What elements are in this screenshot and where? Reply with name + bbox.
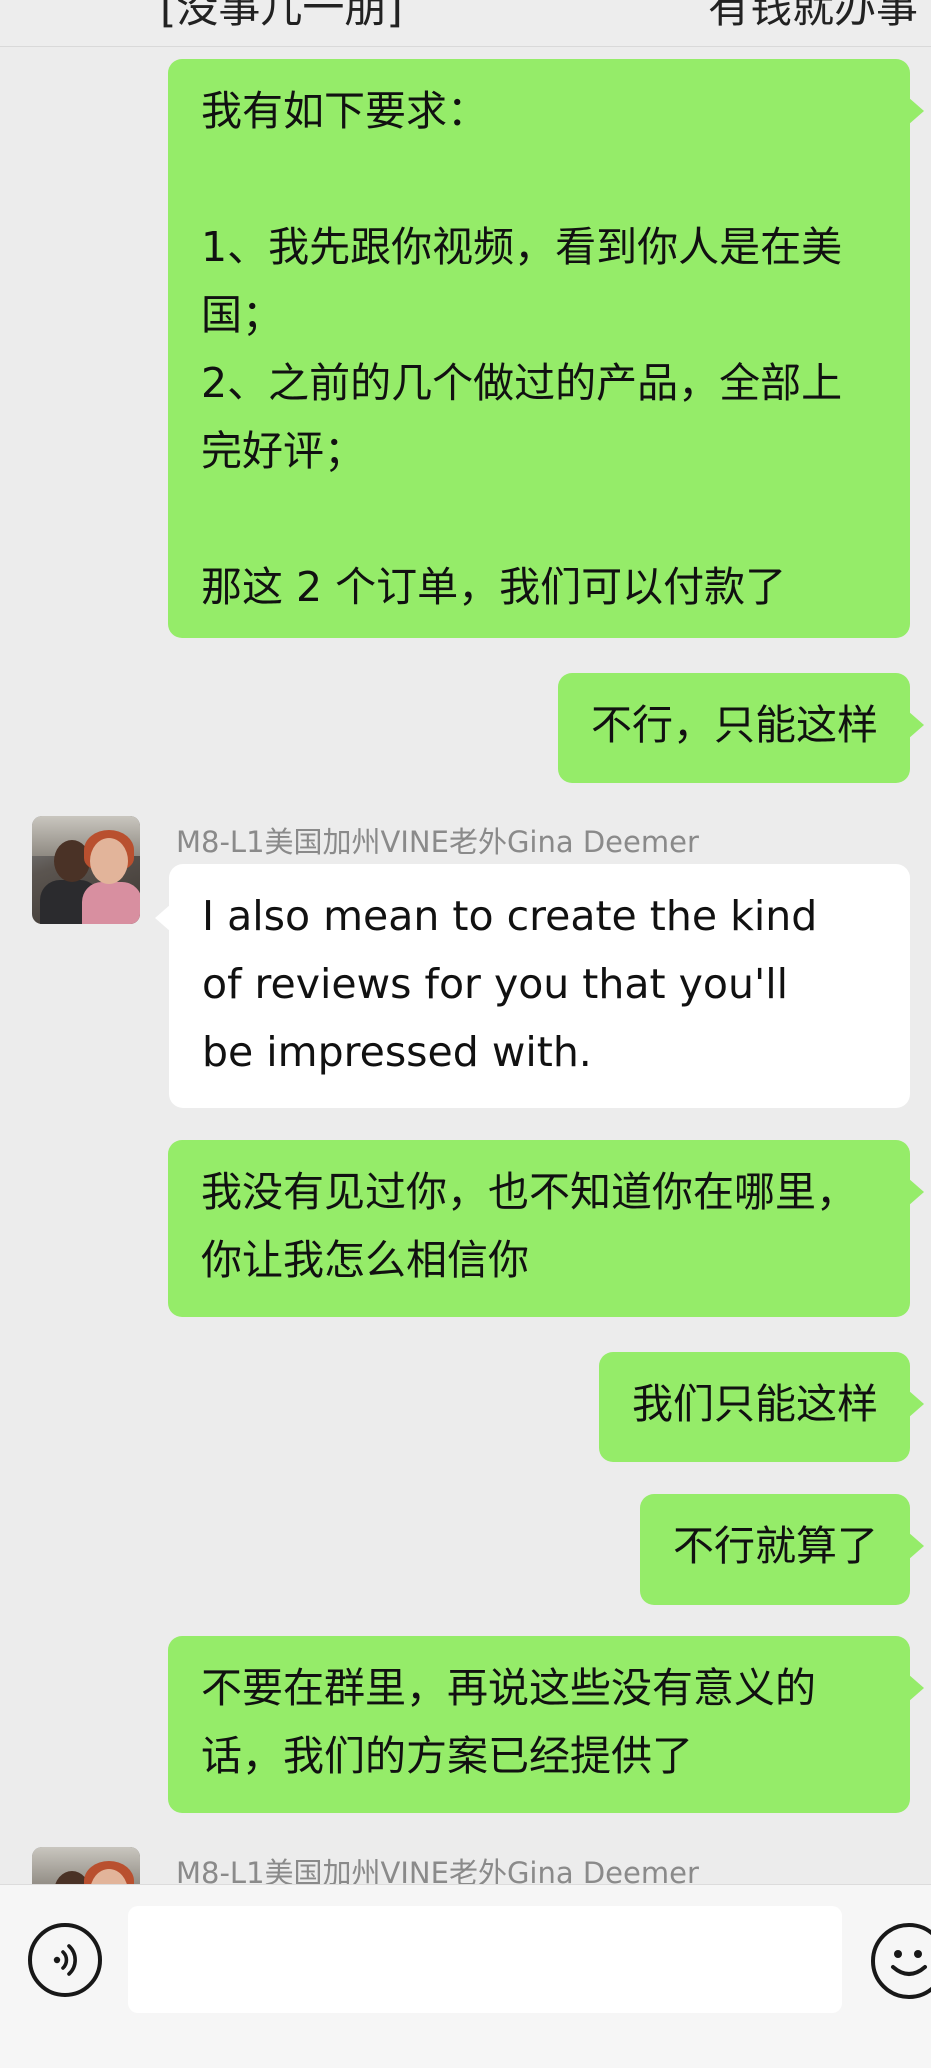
message-line: 2、之前的几个做过的产品，全部上 xyxy=(201,359,843,407)
bottom-panel-strip xyxy=(0,2036,931,2067)
message-line: 不行，只能这样 xyxy=(591,701,878,749)
message-line: 我没有见过你，也不知道你在哪里， xyxy=(201,1168,857,1216)
message-line: 不要在群里，再说这些没有意义的 xyxy=(201,1664,816,1712)
message-line: 我有如下要求： xyxy=(201,87,488,135)
message-line: 你让我怎么相信你 xyxy=(201,1236,529,1284)
message-list[interactable]: 我有如下要求： 1、我先跟你视频，看到你人是在美 国； 2、之前的几个做过的产品… xyxy=(0,46,931,1884)
sender-name: M8-L1美国加州VINE老外Gina Deemer xyxy=(176,1856,699,1884)
message-input[interactable] xyxy=(128,1906,842,2013)
sender-avatar[interactable] xyxy=(32,1847,140,1884)
message-bubble-sent[interactable]: 我们只能这样 xyxy=(599,1352,924,1462)
message-bubble-sent[interactable]: 不行，只能这样 xyxy=(558,673,924,783)
message-line: 完好评； xyxy=(201,427,365,475)
chat-title: [没事儿一朋] xyxy=(160,0,403,32)
message-line: 话，我们的方案已经提供了 xyxy=(201,1732,693,1780)
chat-title-bar: [没事儿一朋] 有钱就办事 xyxy=(0,0,931,47)
chat-subtitle: 有钱就办事 xyxy=(708,0,919,32)
voice-icon[interactable] xyxy=(28,1923,102,1997)
emoji-icon[interactable] xyxy=(871,1923,931,1999)
message-line: of reviews for you that you'll xyxy=(202,960,788,1008)
message-line: be impressed with. xyxy=(202,1028,592,1076)
message-bubble-sent[interactable]: 不行就算了 xyxy=(640,1494,924,1605)
sender-avatar[interactable] xyxy=(32,816,140,924)
message-bubble-sent[interactable]: 我没有见过你，也不知道你在哪里， 你让我怎么相信你 xyxy=(168,1140,924,1317)
message-bubble-received[interactable]: I also mean to create the kind of review… xyxy=(155,864,910,1108)
message-line: 国； xyxy=(201,291,283,339)
message-line: 那这 2 个订单，我们可以付款了 xyxy=(201,563,787,611)
message-line: 我们只能这样 xyxy=(632,1380,878,1428)
message-bubble-sent[interactable]: 不要在群里，再说这些没有意义的 话，我们的方案已经提供了 xyxy=(168,1636,924,1813)
message-bubble-sent[interactable]: 我有如下要求： 1、我先跟你视频，看到你人是在美 国； 2、之前的几个做过的产品… xyxy=(168,59,924,638)
message-line: 不行就算了 xyxy=(673,1522,878,1570)
sender-name: M8-L1美国加州VINE老外Gina Deemer xyxy=(176,825,699,859)
message-line: 1、我先跟你视频，看到你人是在美 xyxy=(201,223,843,271)
message-line: I also mean to create the kind xyxy=(202,892,818,940)
